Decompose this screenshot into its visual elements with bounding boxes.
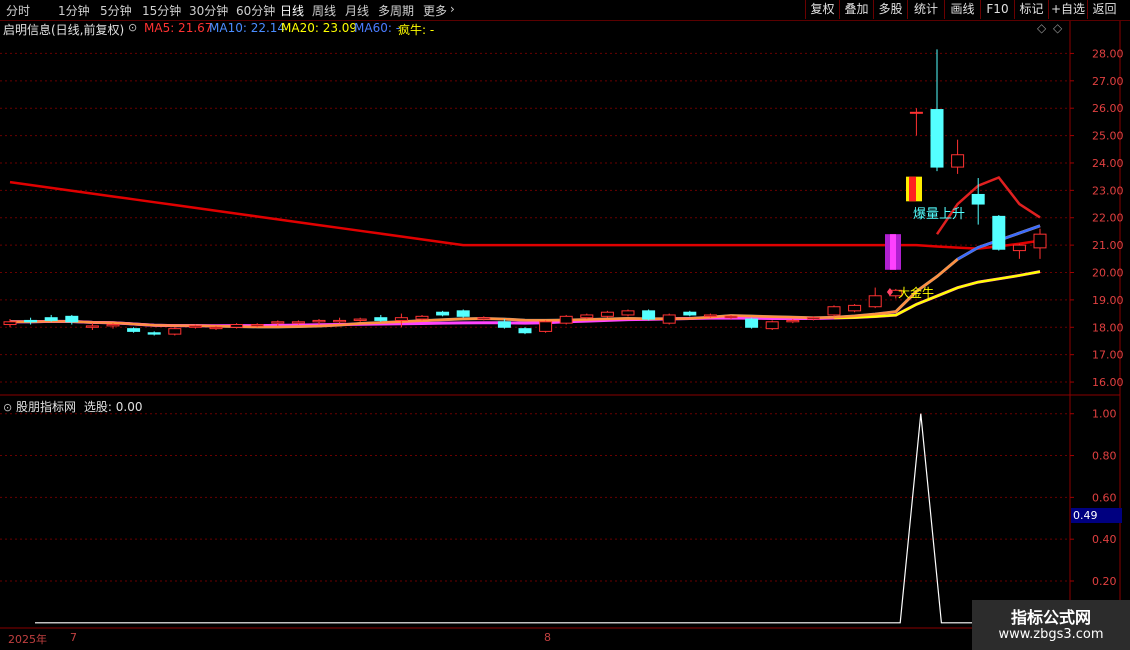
candle-body bbox=[106, 324, 120, 327]
diamond-signal-icon: ♦ bbox=[885, 286, 895, 299]
y-tick-label: 17.00 bbox=[1092, 349, 1124, 362]
date-year: 2025年 bbox=[8, 633, 47, 646]
candle-body bbox=[765, 321, 779, 330]
y-tick-label: 21.00 bbox=[1092, 239, 1124, 252]
candle-body bbox=[951, 154, 965, 168]
candle-body bbox=[909, 111, 923, 114]
candle-body bbox=[477, 317, 491, 320]
candle-body bbox=[168, 328, 182, 335]
candle-body bbox=[559, 315, 573, 324]
candle-body bbox=[230, 324, 244, 328]
date-month-7: 7 bbox=[70, 631, 77, 644]
candle-body bbox=[24, 319, 38, 323]
indicator-tick-label: 0.60 bbox=[1092, 491, 1117, 504]
candle-body bbox=[44, 317, 58, 321]
candle-body bbox=[209, 326, 223, 330]
y-tick-label: 25.00 bbox=[1092, 130, 1124, 143]
candle-body bbox=[250, 324, 264, 327]
candle-body bbox=[497, 321, 511, 328]
indicator-tick-label: 1.00 bbox=[1092, 408, 1117, 421]
indicator-current-value: 0.49 bbox=[1071, 508, 1122, 523]
candle-body bbox=[147, 332, 161, 335]
candle-body bbox=[621, 310, 635, 316]
y-tick-label: 19.00 bbox=[1092, 294, 1124, 307]
candle-body bbox=[600, 311, 614, 317]
candle-body bbox=[848, 304, 862, 312]
candle-body bbox=[127, 328, 141, 332]
candle-body bbox=[3, 321, 17, 326]
candle-body bbox=[374, 317, 388, 321]
y-tick-label: 16.00 bbox=[1092, 376, 1124, 389]
candle-body bbox=[580, 314, 594, 319]
candle-body bbox=[85, 325, 99, 328]
candle-body bbox=[394, 317, 408, 321]
indicator-tick-label: 0.40 bbox=[1092, 533, 1117, 546]
kline-chart[interactable]: 28.00 27.00 26.00 25.00 24.00 23.00 22.00 21.00… bbox=[0, 0, 1130, 650]
candle-body bbox=[786, 319, 800, 323]
watermark: 指标公式网 www.zbgs3.com bbox=[972, 600, 1130, 650]
candle-body bbox=[518, 328, 532, 334]
candle-body bbox=[188, 325, 202, 328]
candle-body bbox=[291, 321, 305, 324]
candle-body bbox=[868, 295, 882, 308]
y-tick-label: 20.00 bbox=[1092, 267, 1124, 280]
y-tick-label: 26.00 bbox=[1092, 102, 1124, 115]
date-month-8: 8 bbox=[544, 631, 551, 644]
indicator-tick-label: 0.80 bbox=[1092, 450, 1117, 463]
candle-body bbox=[1012, 244, 1026, 252]
indicator-toggle-icon[interactable]: ⊙ bbox=[3, 401, 12, 414]
signal-bar-purple-inner bbox=[890, 234, 896, 270]
candle-body bbox=[436, 311, 450, 316]
candle-body bbox=[65, 315, 79, 323]
y-tick-label: 23.00 bbox=[1092, 184, 1124, 197]
candle-body bbox=[827, 306, 841, 316]
y-tick-label: 22.00 bbox=[1092, 212, 1124, 225]
indicator-line bbox=[35, 413, 1065, 624]
indicator-value: 选股: 0.00 bbox=[83, 400, 143, 414]
indicator-tick-label: 0.20 bbox=[1092, 575, 1117, 588]
candle-body bbox=[271, 321, 285, 324]
candle-body bbox=[683, 311, 697, 316]
candle-body bbox=[806, 317, 820, 320]
candle-body bbox=[662, 314, 676, 324]
burst-label: 爆量上升 bbox=[913, 207, 966, 222]
candle-body bbox=[1033, 233, 1047, 249]
y-tick-label: 27.00 bbox=[1092, 75, 1124, 88]
candle-body bbox=[539, 321, 553, 332]
candle-body bbox=[642, 310, 656, 320]
candle-body bbox=[353, 318, 367, 321]
candle-body bbox=[992, 215, 1006, 250]
candle-body bbox=[930, 109, 944, 168]
candle-body bbox=[456, 310, 470, 317]
candle-body bbox=[745, 318, 759, 328]
y-tick-label: 18.00 bbox=[1092, 321, 1124, 334]
candle-body bbox=[724, 315, 738, 319]
indicator-header: ⊙ 股朋指标网 选股: 0.00 bbox=[3, 398, 142, 415]
candle-body bbox=[415, 315, 429, 320]
candle-body bbox=[971, 193, 985, 205]
candle-body bbox=[333, 319, 347, 323]
bull-label: 大金牛 bbox=[898, 286, 935, 300]
y-tick-label: 24.00 bbox=[1092, 157, 1124, 170]
candle-body bbox=[703, 314, 717, 317]
watermark-title: 指标公式网 bbox=[1010, 608, 1091, 627]
signal-bar-red bbox=[909, 176, 916, 202]
candle-body bbox=[312, 319, 326, 323]
y-tick-label: 28.00 bbox=[1092, 47, 1124, 60]
indicator-title: 股朋指标网 bbox=[16, 400, 77, 414]
watermark-url: www.zbgs3.com bbox=[998, 627, 1104, 642]
